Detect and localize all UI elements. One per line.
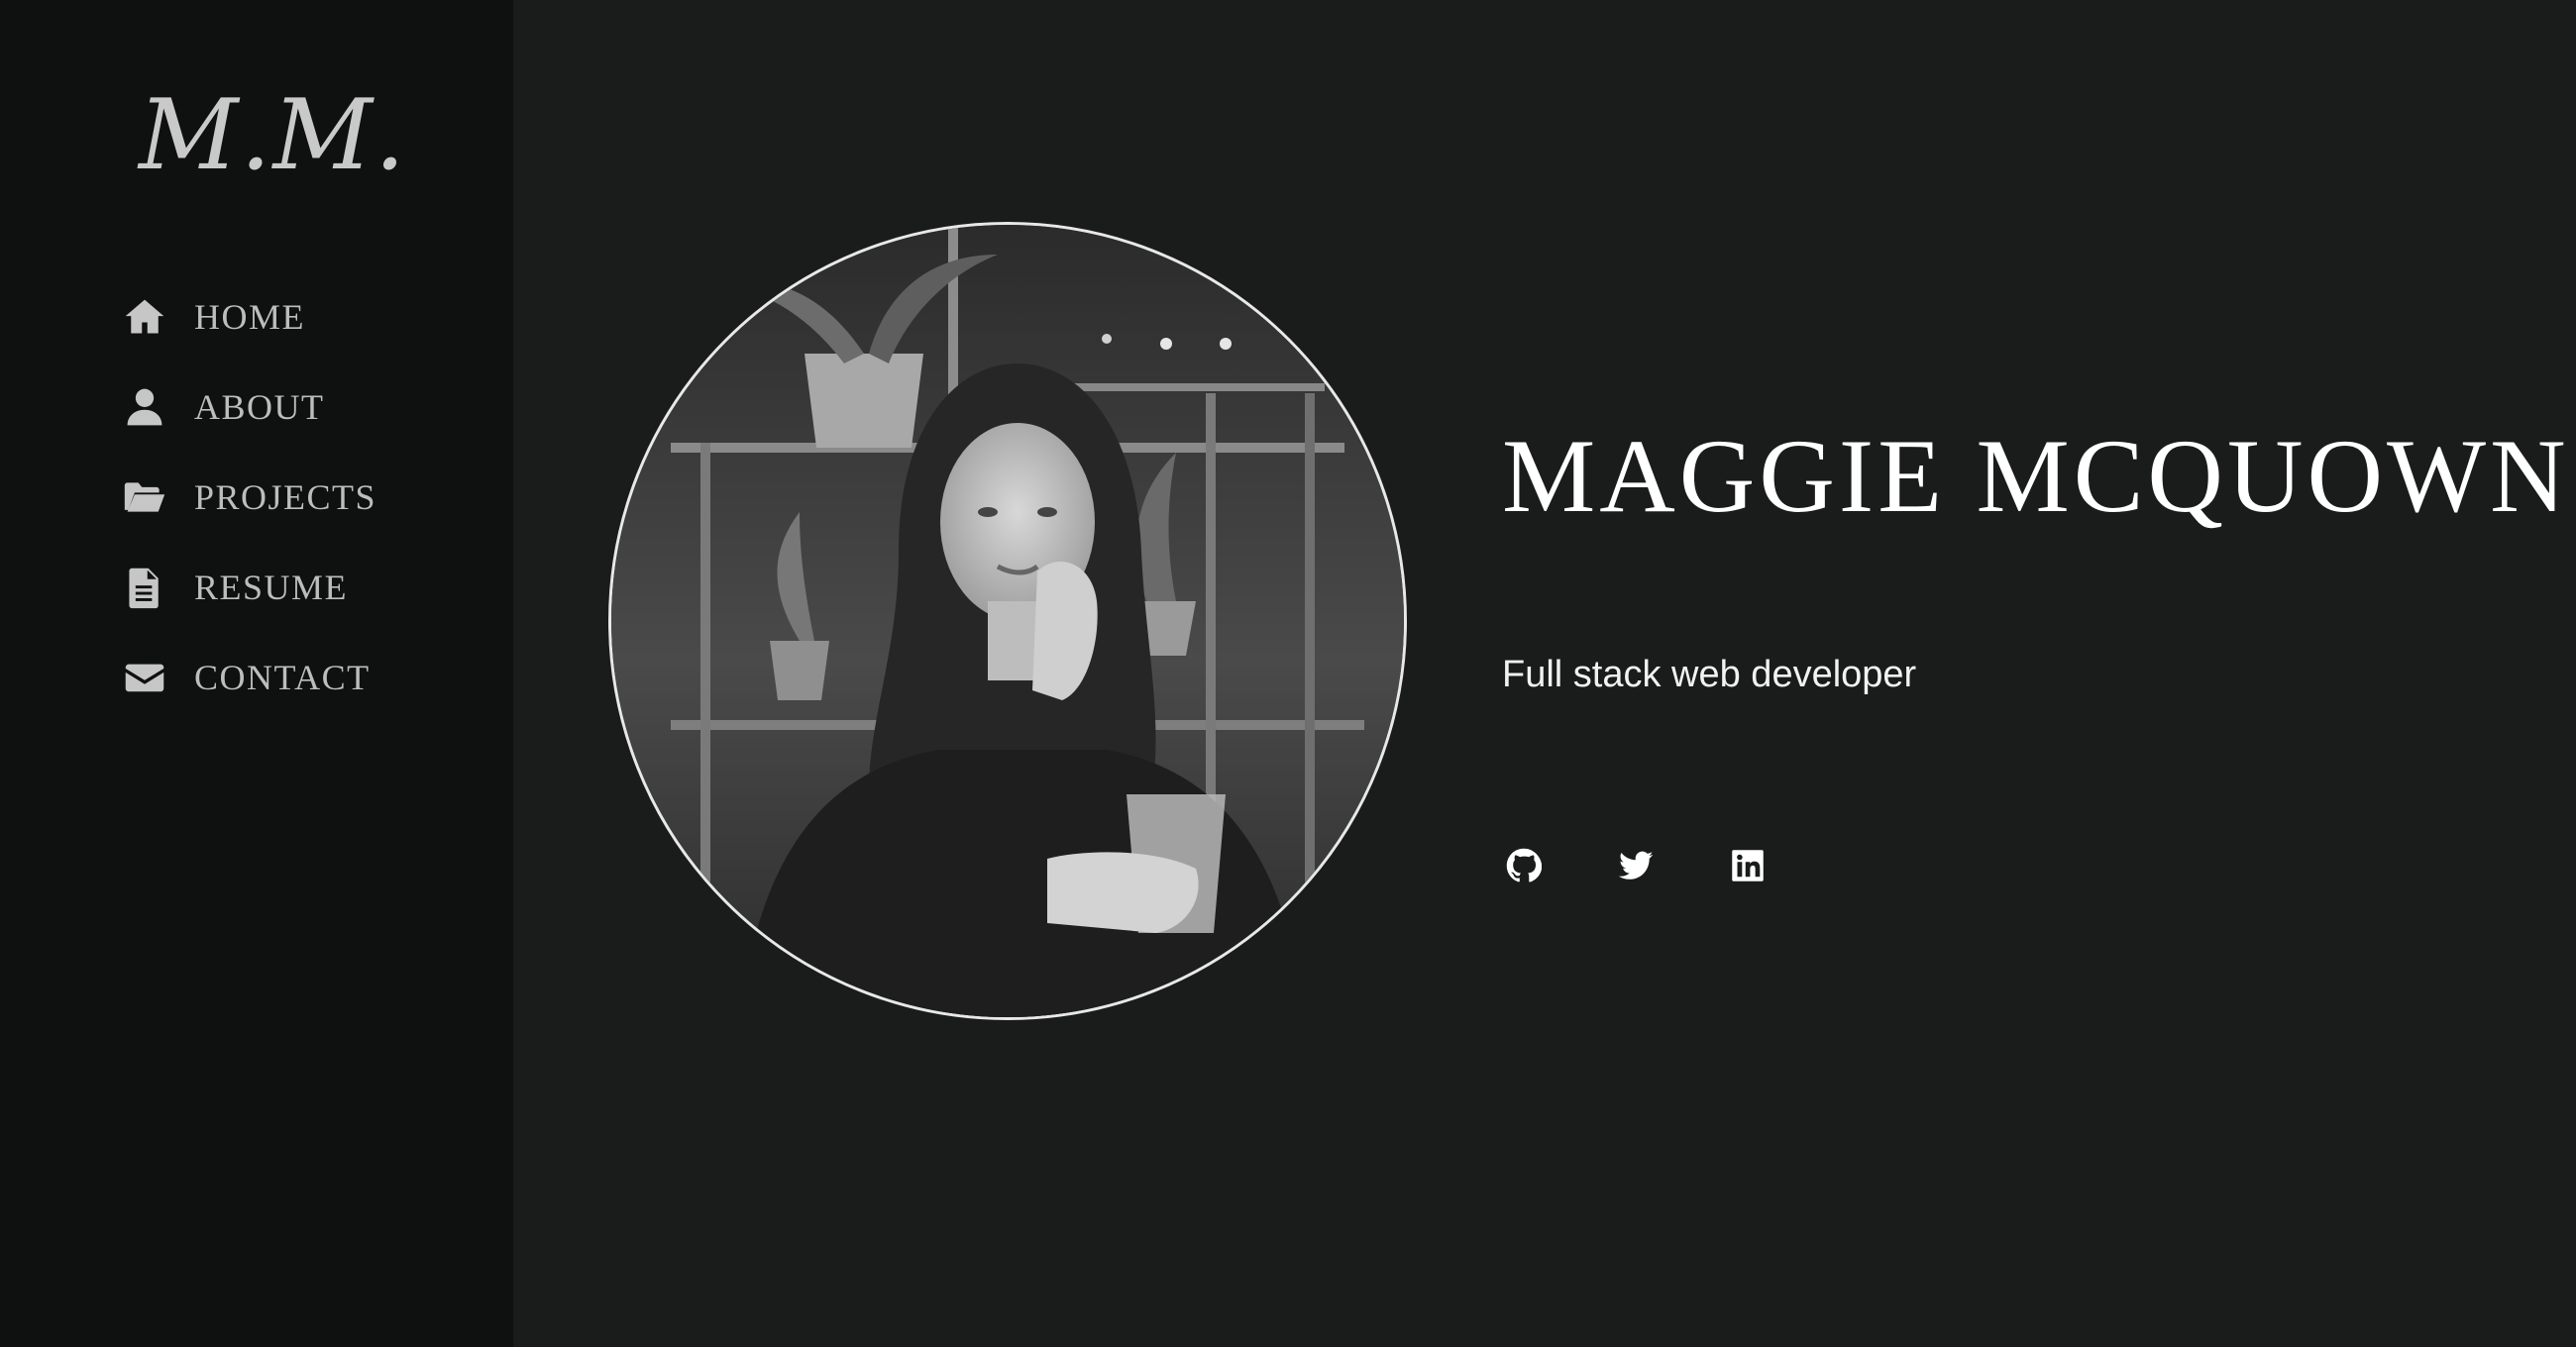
home-icon [119,291,170,343]
nav-label-contact: CONTACT [194,657,371,697]
nav-item-about[interactable]: ABOUT [119,362,376,452]
folder-open-icon [119,471,170,523]
github-icon [1506,848,1542,882]
site-logo[interactable]: M.M. [139,79,407,192]
profile-photo [608,222,1407,1020]
file-text-icon [119,562,170,613]
nav-label-home: HOME [194,296,305,337]
hero-name: MAGGIE MCQUOWN [1502,418,2570,534]
twitter-link[interactable] [1616,846,1656,885]
sidebar: M.M. HOME ABOUT PROJECTS RESUME CONTACT [0,0,513,1347]
main-nav: HOME ABOUT PROJECTS RESUME CONTACT [119,271,376,722]
nav-item-projects[interactable]: PROJECTS [119,452,376,542]
linkedin-link[interactable] [1728,846,1768,885]
linkedin-icon [1732,850,1764,881]
user-icon [119,381,170,433]
envelope-icon [119,652,170,703]
nav-label-resume: RESUME [194,567,349,607]
nav-label-about: ABOUT [194,386,325,427]
twitter-icon [1618,851,1654,880]
hero-tagline: Full stack web developer [1502,654,1917,695]
nav-item-contact[interactable]: CONTACT [119,632,376,722]
github-link[interactable] [1504,846,1544,885]
nav-item-resume[interactable]: RESUME [119,542,376,632]
nav-item-home[interactable]: HOME [119,271,376,362]
nav-label-projects: PROJECTS [194,476,377,517]
social-links [1504,846,1840,885]
